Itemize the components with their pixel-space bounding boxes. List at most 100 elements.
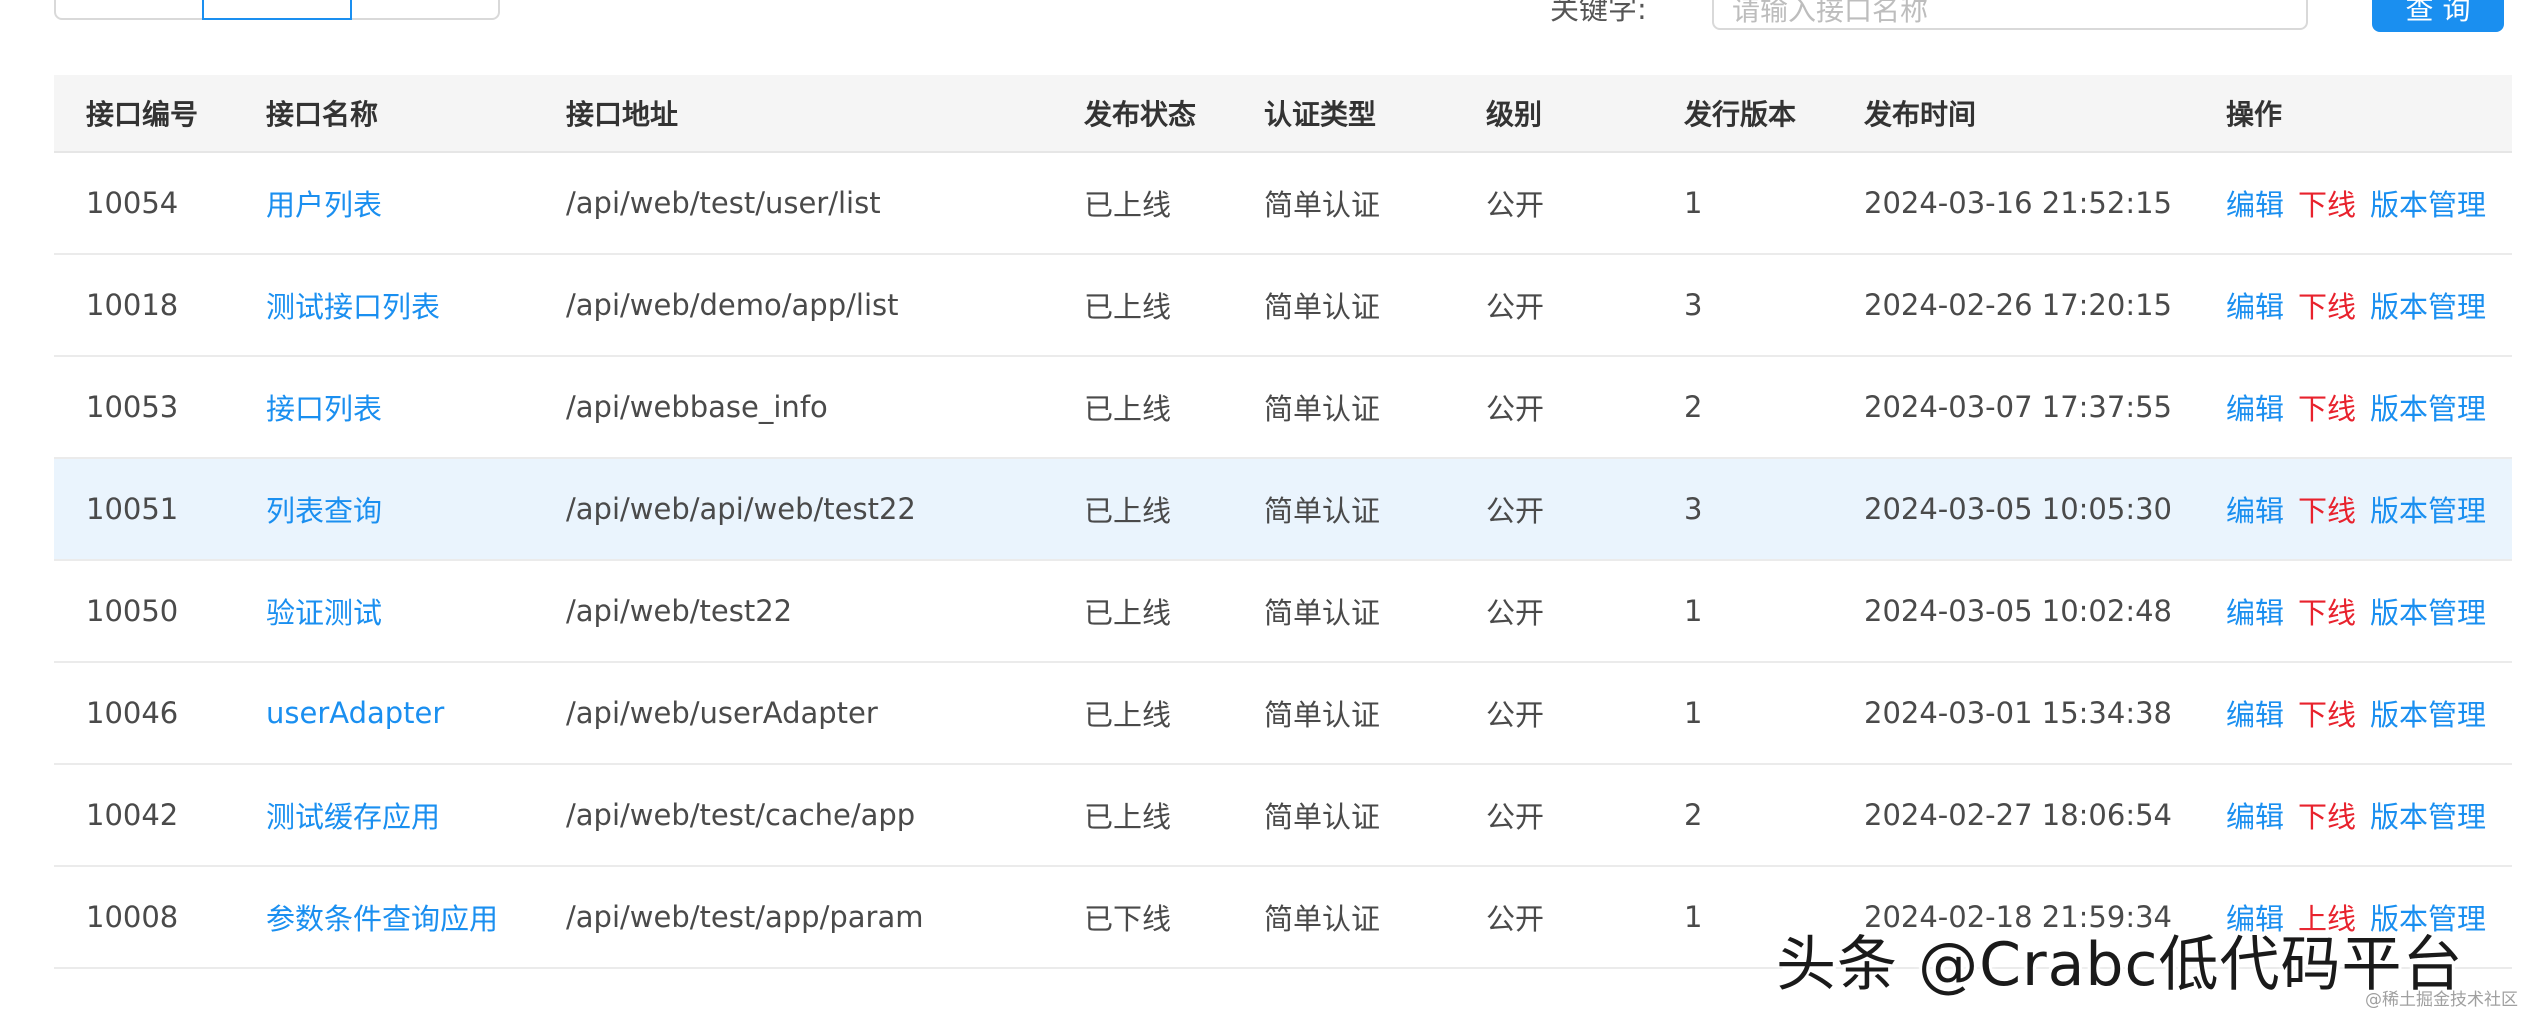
row-id: 10054 (86, 186, 179, 220)
row-path: /api/web/test22 (566, 594, 793, 628)
row-name-link[interactable]: 参数条件查询应用 (266, 867, 498, 967)
table-row[interactable]: 10018 测试接口列表/api/web/demo/app/list 已上线 简单认证… (54, 255, 2512, 357)
row-level: 公开 (1486, 596, 1545, 630)
row-status: 已上线 (1084, 290, 1172, 324)
row-publish-time: 2024-03-16 21:52:15 (1864, 186, 2172, 220)
row-id: 10050 (86, 594, 179, 628)
table-row[interactable]: 10051 列表查询/api/web/api/web/test22 已上线 简单认证 公… (54, 459, 2512, 561)
row-name-link[interactable]: 测试接口列表 (266, 255, 440, 355)
row-auth-type: 简单认证 (1264, 290, 1381, 324)
row-publish-time: 2024-03-05 10:05:30 (1864, 492, 2172, 526)
watermark-small-text: @稀土掘金技术社区 (2365, 990, 2518, 1010)
column-header-id: 接口编号 (86, 98, 199, 131)
row-version: 3 (1684, 492, 1703, 526)
row-auth-type: 简单认证 (1264, 800, 1381, 834)
column-header-level: 级别 (1486, 98, 1543, 131)
row-auth-type: 简单认证 (1264, 188, 1381, 222)
row-id: 10053 (86, 390, 179, 424)
version-manage-link[interactable]: 版本管理 (2370, 284, 2486, 326)
row-version: 2 (1684, 390, 1703, 424)
row-path: /api/web/test/cache/app (566, 798, 916, 832)
version-manage-link[interactable]: 版本管理 (2370, 386, 2486, 428)
row-status: 已上线 (1084, 800, 1172, 834)
edit-link[interactable]: 编辑 (2226, 284, 2284, 326)
column-header-auth: 认证类型 (1264, 98, 1377, 131)
row-auth-type: 简单认证 (1264, 596, 1381, 630)
row-level: 公开 (1486, 290, 1545, 324)
row-name-link[interactable]: 接口列表 (266, 357, 382, 457)
table-row[interactable]: 10054 用户列表/api/web/test/user/list 已上线 简单认证 公… (54, 153, 2512, 255)
column-header-version: 发行版本 (1684, 98, 1797, 131)
keyword-input[interactable] (1712, 0, 2308, 30)
row-id: 10008 (86, 900, 179, 934)
column-header-time: 发布时间 (1864, 98, 1977, 131)
table-header: 接口编号 接口名称 接口地址 发布状态 认证类型 级别 发行版本 发布时间 操作 (54, 75, 2512, 153)
row-name-link[interactable]: 测试缓存应用 (266, 765, 440, 865)
toggle-online-link[interactable]: 下线 (2298, 284, 2356, 326)
edit-link[interactable]: 编辑 (2226, 590, 2284, 632)
row-actions: 编辑 下线 版本管理 (2226, 459, 2486, 559)
row-name-link[interactable]: userAdapter (266, 663, 444, 763)
row-publish-time: 2024-02-27 18:06:54 (1864, 798, 2172, 832)
status-filter-tabs (54, 0, 500, 20)
row-name-link[interactable]: 验证测试 (266, 561, 382, 661)
row-version: 1 (1684, 696, 1703, 730)
row-status: 已下线 (1084, 902, 1172, 936)
page: 关键字: 查 询 接口编号 接口名称 接口地址 发布状态 认证类型 级别 发行版… (0, 0, 2534, 1016)
filter-tab-2-selected[interactable] (202, 0, 352, 20)
edit-link[interactable]: 编辑 (2226, 386, 2284, 428)
column-header-path: 接口地址 (566, 98, 679, 131)
filter-tab-1[interactable] (54, 0, 204, 20)
table-row[interactable]: 10050 验证测试/api/web/test22 已上线 简单认证 公开 1 2024-0… (54, 561, 2512, 663)
row-path: /api/web/test/user/list (566, 186, 881, 220)
keyword-label: 关键字: (1550, 0, 1647, 26)
row-status: 已上线 (1084, 494, 1172, 528)
row-name-link[interactable]: 用户列表 (266, 153, 382, 253)
query-button[interactable]: 查 询 (2372, 0, 2504, 32)
column-header-status: 发布状态 (1084, 98, 1197, 131)
toggle-online-link[interactable]: 下线 (2298, 488, 2356, 530)
table-body: 10054 用户列表/api/web/test/user/list 已上线 简单认证公… (54, 153, 2512, 969)
row-path: /api/web/api/web/test22 (566, 492, 916, 526)
version-manage-link[interactable]: 版本管理 (2370, 590, 2486, 632)
row-level: 公开 (1486, 800, 1545, 834)
row-auth-type: 简单认证 (1264, 698, 1381, 732)
row-version: 1 (1684, 900, 1703, 934)
row-path: /api/web/userAdapter (566, 696, 878, 730)
table-row[interactable]: 10053 接口列表/api/webbase_info 已上线 简单认证 公开 2 2024… (54, 357, 2512, 459)
toggle-online-link[interactable]: 下线 (2298, 386, 2356, 428)
row-version: 3 (1684, 288, 1703, 322)
row-id: 10046 (86, 696, 179, 730)
row-actions: 编辑 下线 版本管理 (2226, 255, 2486, 355)
toggle-online-link[interactable]: 下线 (2298, 590, 2356, 632)
toggle-online-link[interactable]: 下线 (2298, 182, 2356, 224)
edit-link[interactable]: 编辑 (2226, 488, 2284, 530)
api-table: 接口编号 接口名称 接口地址 发布状态 认证类型 级别 发行版本 发布时间 操作… (54, 75, 2512, 969)
table-row[interactable]: 10046 userAdapter/api/web/userAdapter 已上线 简… (54, 663, 2512, 765)
watermark-text: 头条 @Crabc低代码平台 (1776, 930, 2464, 1000)
row-auth-type: 简单认证 (1264, 392, 1381, 426)
edit-link[interactable]: 编辑 (2226, 692, 2284, 734)
row-name-link[interactable]: 列表查询 (266, 459, 382, 559)
column-header-actions: 操作 (2226, 98, 2283, 131)
row-status: 已上线 (1084, 596, 1172, 630)
row-id: 10051 (86, 492, 179, 526)
version-manage-link[interactable]: 版本管理 (2370, 488, 2486, 530)
row-id: 10018 (86, 288, 179, 322)
edit-link[interactable]: 编辑 (2226, 794, 2284, 836)
row-auth-type: 简单认证 (1264, 494, 1381, 528)
filter-tab-3[interactable] (350, 0, 500, 20)
table-row[interactable]: 10042 测试缓存应用/api/web/test/cache/app 已上线 简单认… (54, 765, 2512, 867)
row-level: 公开 (1486, 902, 1545, 936)
toggle-online-link[interactable]: 下线 (2298, 692, 2356, 734)
row-version: 1 (1684, 186, 1703, 220)
edit-link[interactable]: 编辑 (2226, 182, 2284, 224)
row-publish-time: 2024-02-26 17:20:15 (1864, 288, 2172, 322)
version-manage-link[interactable]: 版本管理 (2370, 182, 2486, 224)
row-id: 10042 (86, 798, 179, 832)
row-level: 公开 (1486, 494, 1545, 528)
version-manage-link[interactable]: 版本管理 (2370, 692, 2486, 734)
version-manage-link[interactable]: 版本管理 (2370, 794, 2486, 836)
row-actions: 编辑 下线 版本管理 (2226, 357, 2486, 457)
toggle-online-link[interactable]: 下线 (2298, 794, 2356, 836)
